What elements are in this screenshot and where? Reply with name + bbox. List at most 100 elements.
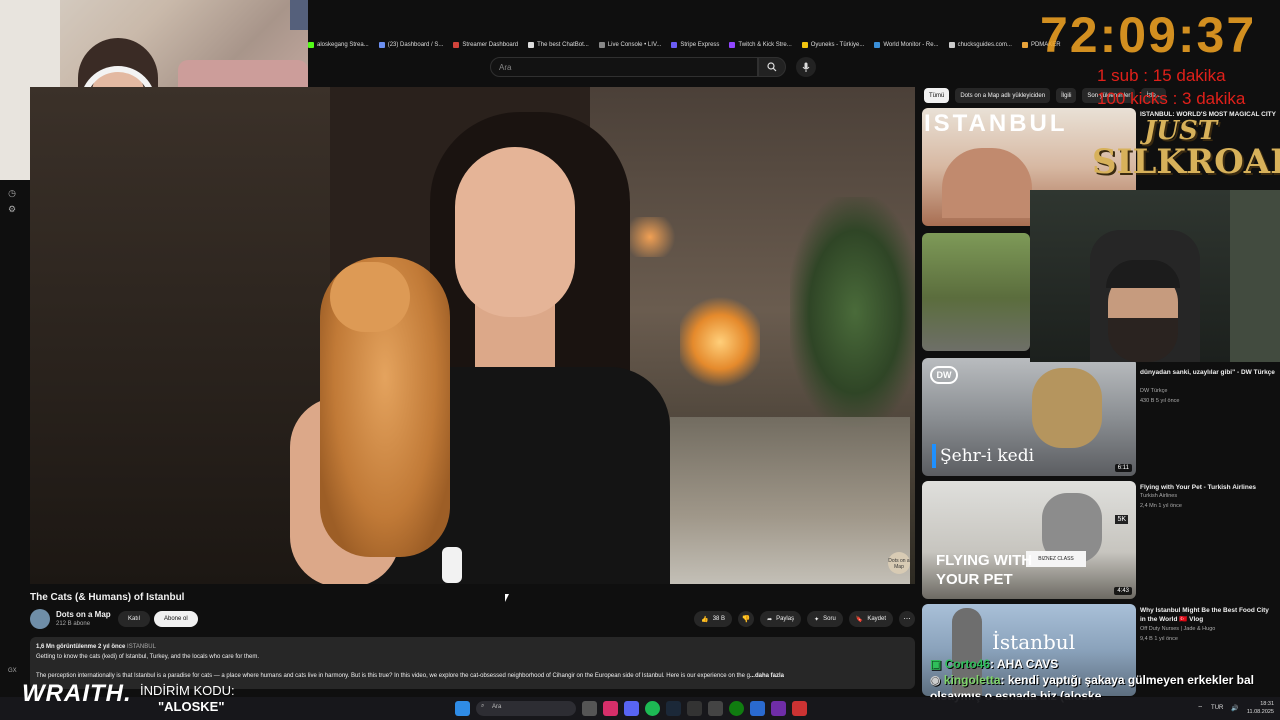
video-player[interactable]: Dots on a Map: [30, 87, 915, 584]
recommendation-item[interactable]: DW Şehr-i kedi 6:11 dünyadan sanki, uzay…: [922, 358, 1280, 476]
recommendation-thumbnail[interactable]: BIZNEZ CLASS 5K FLYING WITH YOUR PET 4:4…: [922, 481, 1136, 599]
epic-games-icon[interactable]: [687, 701, 702, 716]
bookmark-label: aloskegang Strea...: [317, 42, 369, 48]
video-person: [455, 147, 575, 317]
recommendation-meta: 9,4 B 1 yıl önce: [1140, 636, 1178, 642]
language-indicator[interactable]: TUR: [1211, 705, 1223, 711]
more-actions-button[interactable]: ⋯: [899, 611, 915, 627]
thumbnail-caption: FLYING WITH YOUR PET: [936, 552, 1033, 588]
history-icon[interactable]: ◷: [7, 188, 17, 198]
wifi-icon[interactable]: ⌔: [1197, 704, 1203, 712]
join-button[interactable]: Katıl: [118, 611, 151, 627]
volume-icon[interactable]: 🔊: [1231, 705, 1238, 712]
taskbar-search[interactable]: ⌕ Ara: [476, 701, 576, 716]
promo-label: İNDİRİM KODU:: [140, 683, 235, 698]
bookmark-item[interactable]: The best ChatBot...: [528, 42, 589, 48]
app-icon[interactable]: [708, 701, 723, 716]
ask-button[interactable]: ✦ Soru: [807, 611, 843, 627]
channel-watermark[interactable]: Dots on a Map: [888, 552, 910, 574]
chat-badge-icon: ▣: [930, 657, 942, 671]
description-line-2: The perception internationally is that I…: [36, 673, 750, 679]
save-label: Kaydet: [867, 616, 886, 622]
voice-search-button[interactable]: [796, 57, 816, 77]
filter-chip[interactable]: Dots on a Map adlı yükleyiciden: [955, 88, 1051, 103]
smartwatch: [442, 547, 462, 583]
thumbnail-caption: ISTANBUL: [924, 110, 1068, 137]
bookmark-item[interactable]: World Monitor - Re...: [874, 42, 939, 48]
bookmark-icon: 🔖: [855, 616, 864, 623]
ask-label: Soru: [823, 616, 836, 622]
video-actions: 👍 38 B 👎 ➦ Paylaş ✦ Soru 🔖 Kaydet ⋯: [694, 611, 915, 627]
video-duration: 4:43: [1114, 587, 1132, 595]
bookmark-label: Stripe Express: [680, 42, 720, 48]
chat-badge-icon: ◉: [930, 673, 941, 687]
recommendation-title[interactable]: Flying with Your Pet - Turkish Airlines: [1140, 483, 1276, 492]
video-duration: 6:11: [1114, 464, 1132, 472]
bookmark-favicon-icon: [378, 42, 385, 48]
bookmark-label: Twitch & Kick Stre...: [738, 42, 792, 48]
more-icon: ⋯: [903, 616, 911, 623]
like-count: 38 B: [712, 616, 726, 622]
recommendation-channel[interactable]: Turkish Airlines: [1140, 493, 1177, 499]
recommendation-title[interactable]: Why Istanbul Might Be the Best Food City…: [1140, 606, 1276, 624]
views-meta: 1,6 Mn görüntülenme 2 yıl önce: [36, 644, 126, 650]
save-button[interactable]: 🔖 Kaydet: [848, 611, 893, 627]
dislike-button[interactable]: 👎: [738, 611, 755, 627]
settings-icon[interactable]: ⚙: [7, 204, 17, 214]
channel-avatar[interactable]: [30, 609, 50, 629]
recommendation-channel[interactable]: Off Duty Nurses | Jade & Hugo: [1140, 626, 1215, 632]
bookmark-favicon-icon: [948, 42, 955, 48]
opera-gx-icon[interactable]: [603, 701, 618, 716]
bookmark-item[interactable]: Streamer Dashboard: [453, 42, 518, 48]
filter-chip[interactable]: Tümü: [924, 88, 950, 103]
search-icon: [767, 62, 777, 72]
recommendation-thumbnail[interactable]: DW Şehr-i kedi 6:11: [922, 358, 1136, 476]
like-button[interactable]: 👍 38 B: [694, 611, 733, 627]
app-icon[interactable]: [771, 701, 786, 716]
bookmark-item[interactable]: Twitch & Kick Stre...: [729, 42, 792, 48]
system-clock[interactable]: 18:31 11.08.2025: [1247, 700, 1274, 716]
task-view-icon[interactable]: [582, 701, 597, 716]
discord-icon[interactable]: [624, 701, 639, 716]
filter-chip[interactable]: İlgili: [1056, 88, 1077, 103]
youtube-header: Ara: [308, 55, 922, 81]
subathon-timer: 72:09:37: [1040, 7, 1257, 63]
bookmark-item[interactable]: Live Console • LIV...: [598, 42, 661, 48]
kick-rule-text: 100 kicks : 3 dakika: [1097, 89, 1246, 108]
bookmark-favicon-icon: [453, 42, 460, 48]
subscribe-button[interactable]: Abone ol: [154, 611, 198, 627]
sub-rule-text: 1 sub : 15 dakika: [1097, 66, 1226, 85]
bookmark-item[interactable]: aloskegang Strea...: [308, 42, 369, 48]
bookmark-favicon-icon: [1021, 42, 1028, 48]
xbox-icon[interactable]: [729, 701, 744, 716]
recommendation-title[interactable]: dünyadan sanki, uzaylılar gibi" - DW Tür…: [1140, 368, 1276, 377]
just-silkroad-logo: JUST SILKROAD: [1092, 116, 1280, 182]
bookmark-item[interactable]: Stripe Express: [671, 42, 719, 48]
hashtag[interactable]: ISTANBUL: [127, 644, 156, 650]
recommendation-channel[interactable]: DW Türkçe: [1140, 388, 1167, 394]
channel-name[interactable]: Dots on a Map: [56, 610, 111, 619]
sponsor-brand: WRAITH.: [22, 680, 132, 707]
bookmark-label: The best ChatBot...: [537, 42, 589, 48]
spotify-icon[interactable]: [645, 701, 660, 716]
recommendation-item[interactable]: BIZNEZ CLASS 5K FLYING WITH YOUR PET 4:4…: [922, 481, 1280, 599]
search-input[interactable]: Ara: [490, 57, 758, 77]
bookmark-item[interactable]: (23) Dashboard / S...: [378, 42, 444, 48]
start-icon[interactable]: [455, 701, 470, 716]
chat-text: : AHA CAVS: [990, 657, 1059, 671]
app-icon[interactable]: [750, 701, 765, 716]
thumbs-down-icon: 👎: [741, 616, 751, 623]
show-more-link[interactable]: ...daha fazla: [750, 673, 784, 679]
share-icon: ➦: [767, 616, 773, 623]
search-button[interactable]: [758, 57, 786, 77]
bookmark-item[interactable]: Oyuneks - Türkiye...: [801, 42, 864, 48]
steam-icon[interactable]: [666, 701, 681, 716]
sparkle-icon: ✦: [814, 616, 820, 623]
recommendation-meta: 2,4 Mn 1 yıl önce: [1140, 503, 1182, 509]
bookmark-favicon-icon: [671, 42, 678, 48]
recommendation-thumbnail[interactable]: [922, 233, 1030, 351]
share-button[interactable]: ➦ Paylaş: [760, 611, 802, 627]
bookmark-label: (23) Dashboard / S...: [387, 42, 444, 48]
app-icon[interactable]: [792, 701, 807, 716]
bookmark-item[interactable]: chucksguides.com...: [948, 42, 1012, 48]
